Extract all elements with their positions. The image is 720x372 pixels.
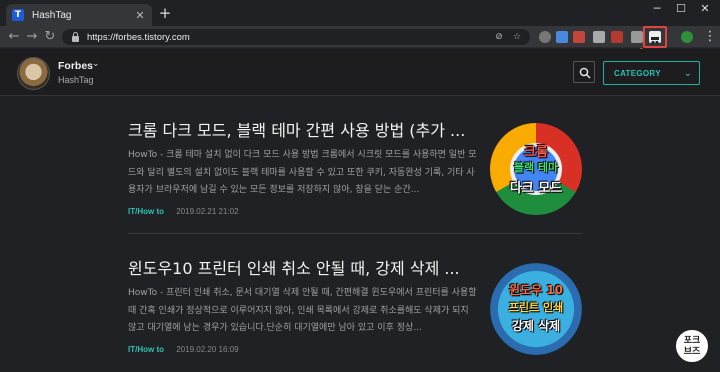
post-divider: [128, 233, 582, 234]
post-thumbnail[interactable]: 윈도우 10 프린트 인쇄 강제 삭제: [490, 263, 582, 355]
search-button[interactable]: [573, 61, 595, 83]
post-category[interactable]: IT/How to: [128, 345, 164, 354]
extension-pdf-icon[interactable]: [611, 31, 623, 43]
badge-line: 포크: [683, 336, 701, 346]
extension-gray-icon[interactable]: [539, 31, 551, 43]
download-icon[interactable]: [631, 31, 643, 43]
new-tab-icon[interactable]: +: [158, 6, 172, 21]
minimize-icon[interactable]: ─: [646, 2, 668, 15]
extension-red-icon[interactable]: [573, 31, 585, 43]
address-bar[interactable]: https://forbes.tistory.com ⊘ ☆: [62, 29, 530, 45]
badge-line: 브즈: [683, 347, 701, 357]
post-excerpt: HowTo - 프린터 인쇄 취소, 문서 대기열 삭제 안될 때, 간편해결 …: [128, 288, 477, 333]
blog-subtitle: HashTag: [58, 75, 94, 85]
post-title[interactable]: 크롬 다크 모드, 블랙 테마 간편 사용 방법 (추가 ...: [128, 120, 473, 142]
extension-mail-icon[interactable]: [593, 31, 605, 43]
highlight-box: [643, 26, 667, 48]
back-icon[interactable]: ←: [6, 29, 22, 45]
reload-icon[interactable]: ↻: [42, 29, 58, 45]
close-window-icon[interactable]: ✕: [694, 2, 716, 15]
maximize-icon[interactable]: ☐: [670, 2, 692, 15]
blog-header: Forbes ⌄ HashTag CATEGORY ⌄: [0, 49, 720, 96]
tistory-favicon-icon: T: [12, 9, 24, 21]
thumb-text: 강제 삭제: [511, 319, 561, 333]
lock-icon: [72, 31, 79, 42]
browser-toolbar: ← → ↻ https://forbes.tistory.com ⊘ ☆ ⋮: [0, 26, 720, 48]
post-excerpt: HowTo - 크롬 테마 설치 없이 다크 모드 사용 방법 크롬에서 시크릿…: [128, 150, 477, 195]
post-category[interactable]: IT/How to: [128, 207, 164, 216]
thumb-text: 프린트 인쇄: [508, 301, 564, 314]
tab-close-icon[interactable]: ✕: [134, 9, 146, 22]
watermark-badge: 포크 브즈: [674, 328, 710, 364]
category-dropdown[interactable]: CATEGORY ⌄: [603, 61, 700, 85]
category-label: CATEGORY: [614, 68, 661, 78]
blog-avatar[interactable]: [17, 57, 50, 90]
tab-title: HashTag: [32, 9, 72, 21]
thumb-text: 크롬: [524, 145, 548, 160]
chevron-down-icon: ⌄: [683, 67, 692, 79]
blocked-icon[interactable]: ⊘: [494, 32, 504, 42]
chevron-down-icon[interactable]: ⌄: [92, 59, 100, 69]
bookmark-star-icon[interactable]: ☆: [512, 32, 522, 42]
post-title[interactable]: 윈도우10 프린터 인쇄 취소 안될 때, 강제 삭제 ...: [128, 258, 473, 280]
menu-kebab-icon[interactable]: ⋮: [702, 29, 718, 45]
extension-translate-icon[interactable]: [556, 31, 568, 43]
search-icon: [579, 67, 591, 79]
profile-avatar-icon[interactable]: [681, 31, 693, 43]
forward-icon[interactable]: →: [24, 29, 40, 45]
post-date: 2019.02.20 16:09: [176, 345, 239, 354]
browser-tab[interactable]: T HashTag ✕: [6, 4, 152, 26]
url-text[interactable]: https://forbes.tistory.com: [87, 32, 494, 43]
thumb-text: 윈도우 10: [509, 283, 563, 297]
blog-name[interactable]: Forbes: [58, 60, 93, 72]
tab-strip: T HashTag ✕ + ─ ☐ ✕: [0, 0, 720, 26]
thumb-text: 다크 모드: [509, 181, 563, 196]
post-date: 2019.02.21 21:02: [176, 207, 239, 216]
post-thumbnail[interactable]: 크롬 블랙 테마 다크 모드: [490, 123, 582, 215]
thumb-text: 블랙 테마: [513, 161, 559, 174]
